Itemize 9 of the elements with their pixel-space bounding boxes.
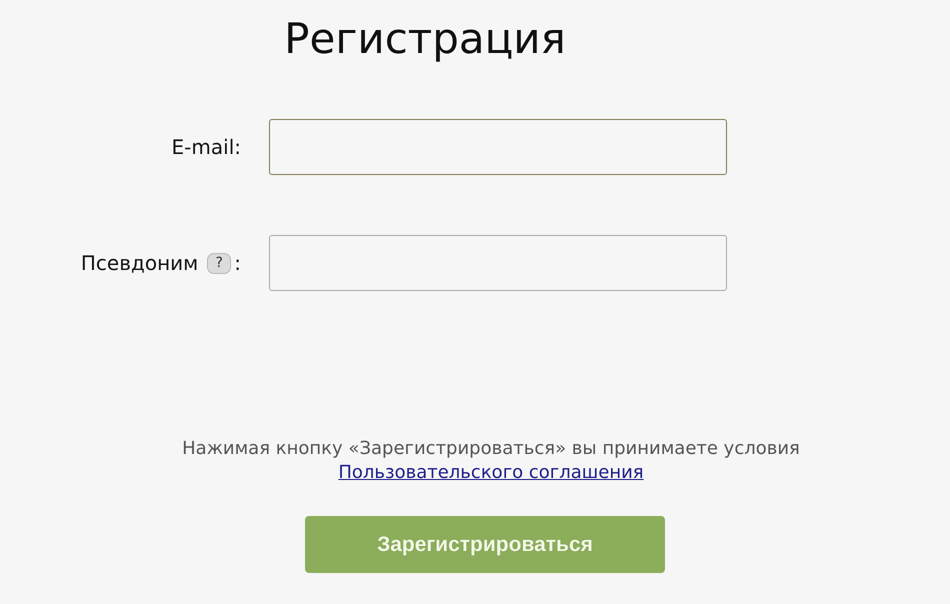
page-title: Регистрация [284,14,566,64]
email-field[interactable] [269,119,727,175]
help-button[interactable]: ? [207,252,232,274]
field-label: Псевдоним [80,251,198,275]
agreement-text: Нажимая кнопку «Зарегистрироваться» вы принимаете условия [182,437,800,461]
user-agreement-link[interactable]: Пользовательского соглашения [338,462,644,483]
nickname-field[interactable] [269,235,727,291]
label-colon: : [234,251,241,275]
field-label: E-mail: [172,135,241,159]
